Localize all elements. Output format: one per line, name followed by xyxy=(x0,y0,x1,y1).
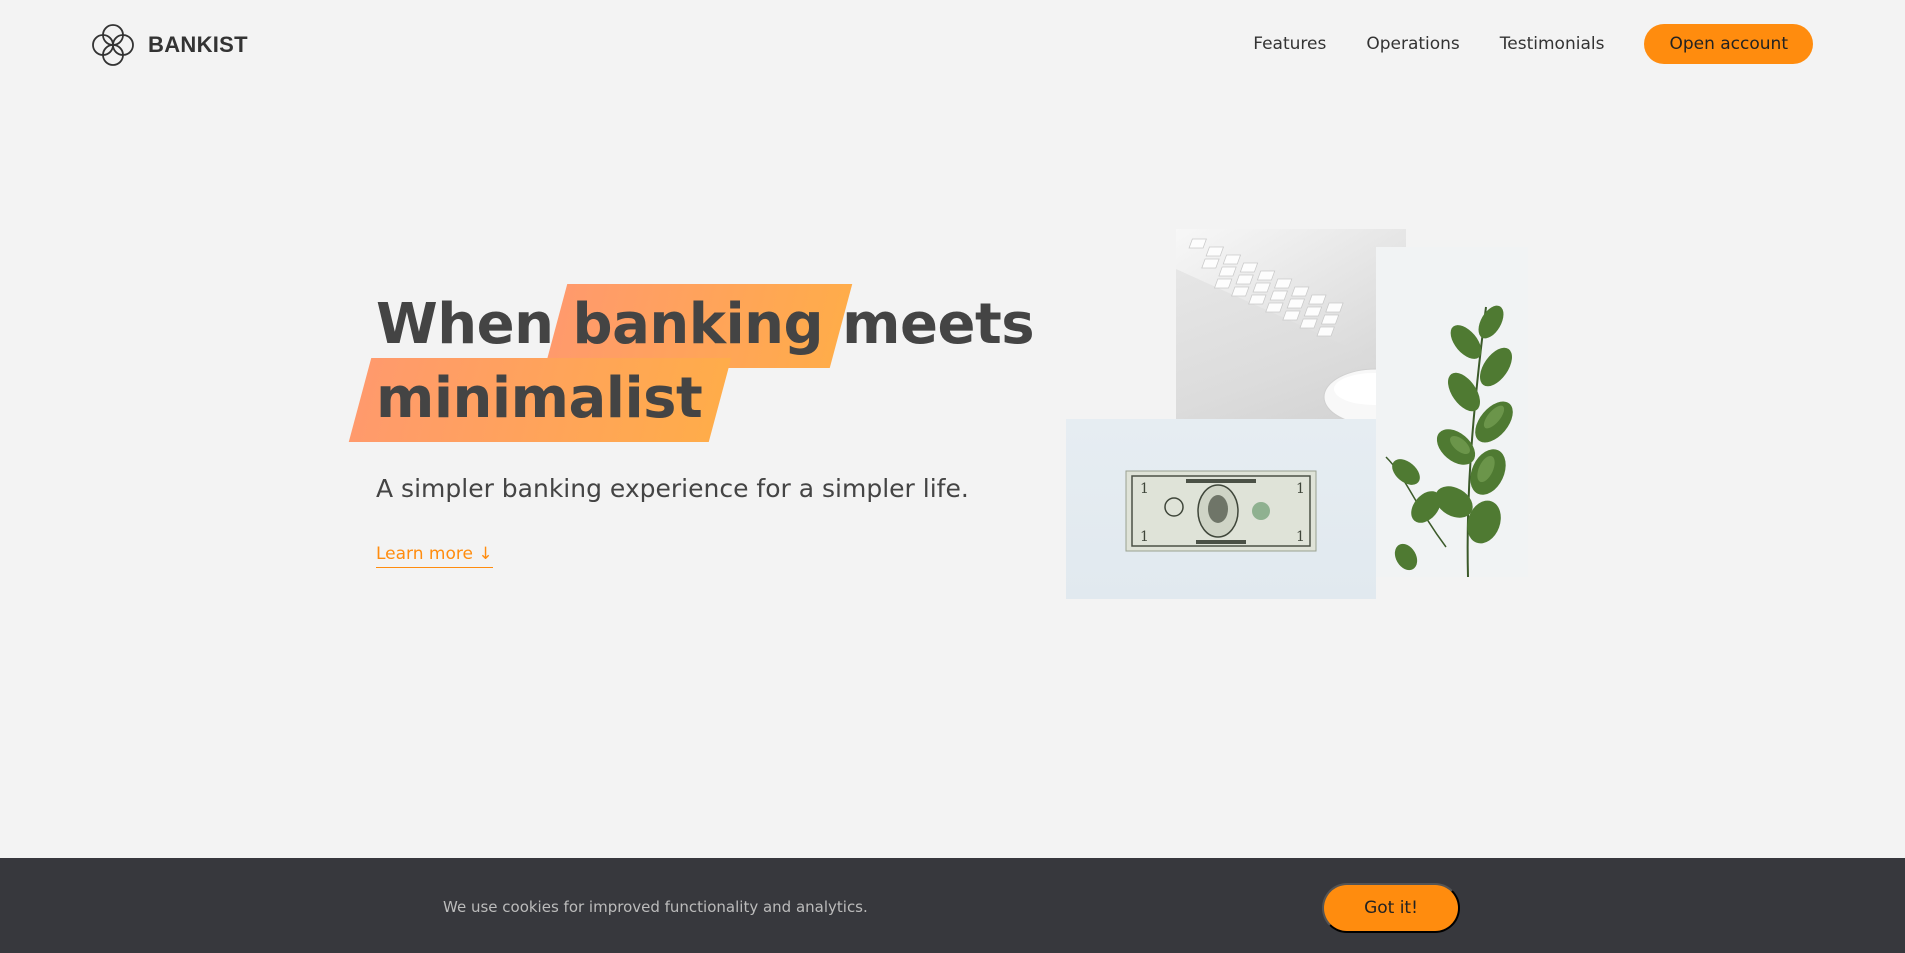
hero-title: When banking meets minimalist xyxy=(376,288,1035,436)
dollar-bill-photo: 1 1 1 1 xyxy=(1066,419,1376,599)
open-account-button[interactable]: Open account xyxy=(1644,24,1813,64)
nav-link-operations[interactable]: Operations xyxy=(1366,34,1459,54)
logo[interactable]: BANKIST xyxy=(90,22,248,68)
hero-highlight-banking: banking xyxy=(572,288,823,362)
nav-link-features[interactable]: Features xyxy=(1253,34,1326,54)
hero-title-word: When xyxy=(376,292,554,357)
plant-photo xyxy=(1376,247,1528,577)
svg-text:1: 1 xyxy=(1296,529,1305,545)
hero-highlight-minimalist: minimalist xyxy=(376,362,703,436)
cookie-message: We use cookies for improved functionalit… xyxy=(443,898,868,916)
hero-image-collage: 1 1 1 1 xyxy=(1066,229,1528,599)
nav-links: Features Operations Testimonials Open ac… xyxy=(1253,24,1813,64)
hero-title-word: meets xyxy=(842,292,1035,357)
rings-icon xyxy=(92,24,134,66)
top-nav: BANKIST Features Operations Testimonials… xyxy=(0,0,1905,90)
nav-link-testimonials[interactable]: Testimonials xyxy=(1500,34,1605,54)
brand-name: BANKIST xyxy=(148,32,248,57)
cookie-banner: We use cookies for improved functionalit… xyxy=(0,858,1905,953)
svg-text:1: 1 xyxy=(1140,529,1149,545)
keyboard-photo xyxy=(1176,229,1406,445)
got-it-button[interactable]: Got it! xyxy=(1322,883,1460,933)
learn-more-link[interactable]: Learn more ↓ xyxy=(376,544,493,568)
hero-subtitle: A simpler banking experience for a simpl… xyxy=(376,474,969,503)
svg-text:1: 1 xyxy=(1296,481,1305,497)
svg-text:1: 1 xyxy=(1140,481,1149,497)
